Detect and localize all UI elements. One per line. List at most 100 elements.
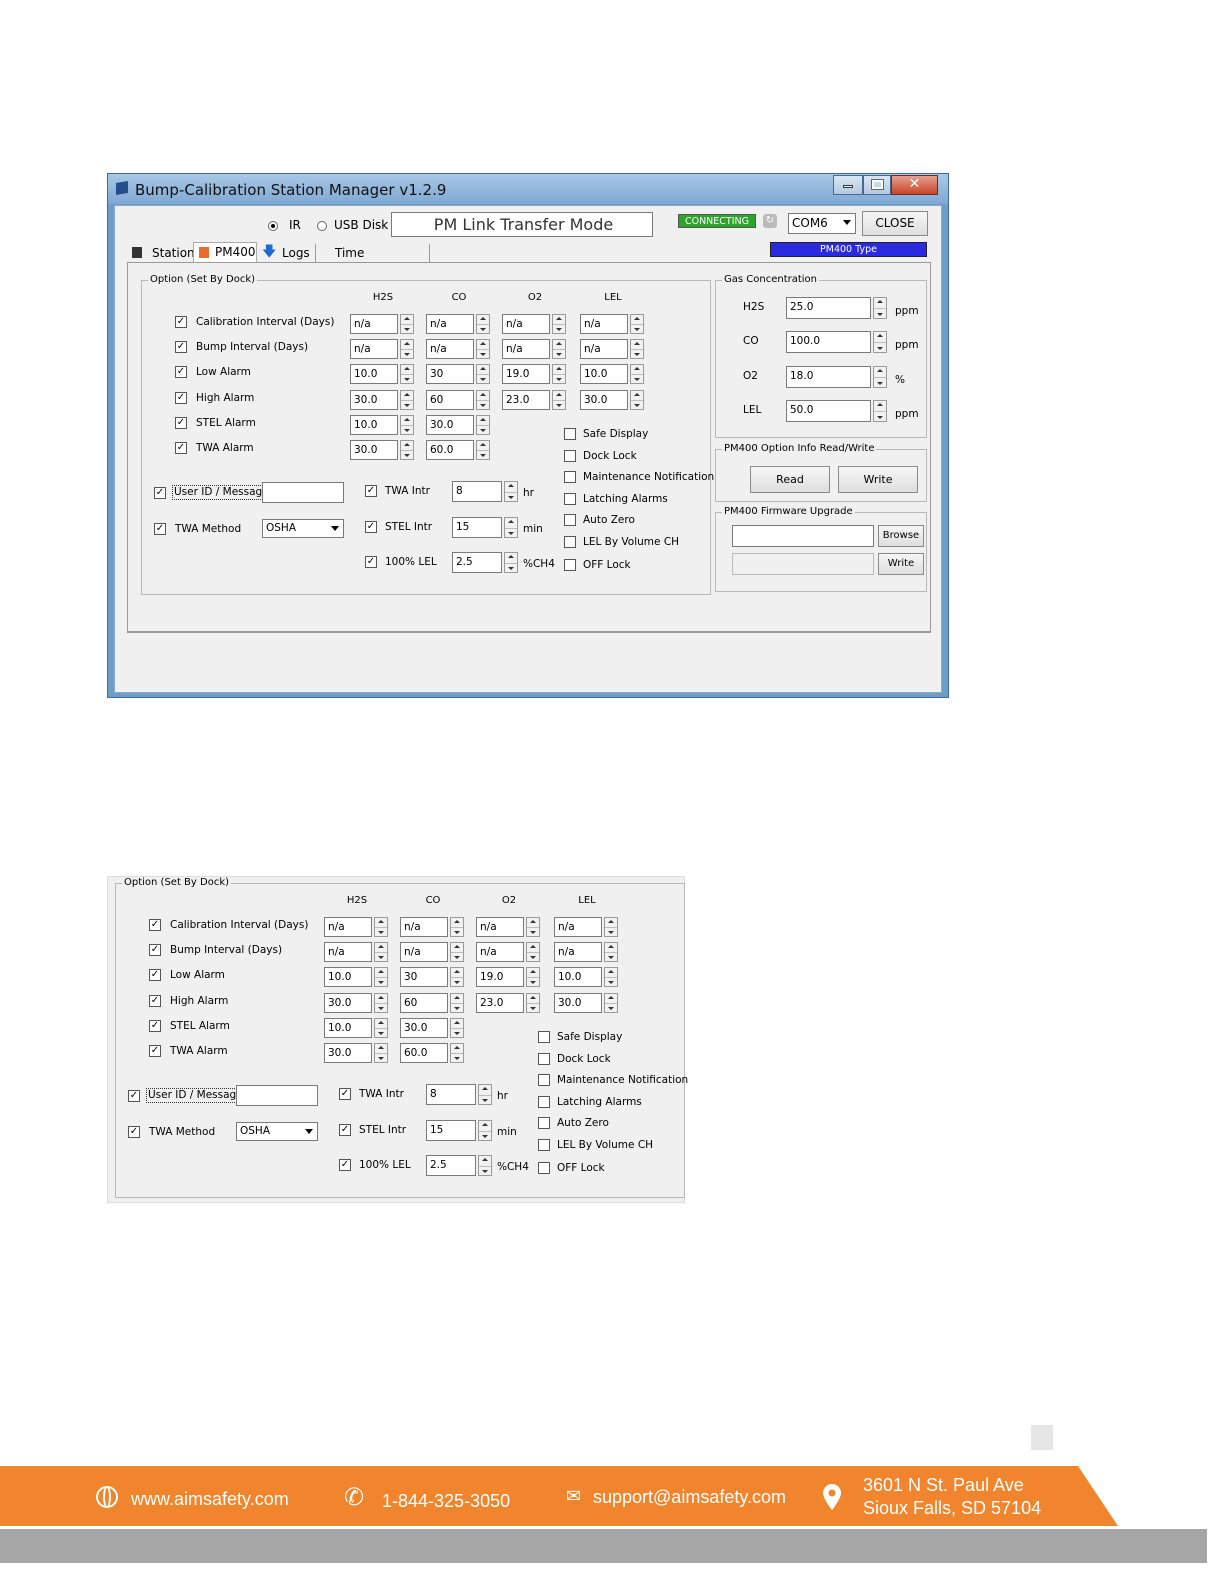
row-2-lel-input[interactable]: 10.0 [554,967,602,987]
row-1-h2s-input[interactable]: n/a [324,942,372,962]
com-port-select[interactable]: COM6 [788,213,856,234]
row-2-h2s-input-spinner[interactable] [400,364,414,384]
twa-method-checkbox[interactable] [154,523,166,535]
close-window-button[interactable]: ✕ [891,175,938,195]
flag-checkbox-2[interactable] [538,1074,550,1086]
lel100-input[interactable]: 2.5 [426,1155,476,1176]
row-3-h2s-input[interactable]: 30.0 [324,993,372,1013]
row-1-co-input[interactable]: n/a [426,339,474,359]
footer-website[interactable]: www.aimsafety.com [131,1488,289,1510]
row-checkbox-2[interactable] [175,366,187,378]
row-1-lel-input[interactable]: n/a [554,942,602,962]
user-id-input[interactable] [236,1085,318,1106]
row-2-co-input-spinner[interactable] [476,364,490,384]
minimize-button[interactable] [833,175,863,195]
flag-checkbox-1[interactable] [538,1053,550,1065]
row-3-h2s-input-spinner[interactable] [374,993,388,1013]
row-3-co-input[interactable]: 60 [426,390,474,410]
tab-time[interactable]: Time [315,244,367,262]
row-checkbox-4[interactable] [149,1020,161,1032]
row-5-h2s-input-spinner[interactable] [374,1043,388,1063]
row-4-h2s-input-spinner[interactable] [374,1018,388,1038]
row-1-h2s-input-spinner[interactable] [374,942,388,962]
row-checkbox-2[interactable] [149,969,161,981]
row-1-o2-input-spinner[interactable] [526,942,540,962]
row-0-co-input[interactable]: n/a [400,917,448,937]
row-0-o2-input-spinner[interactable] [552,314,566,334]
row-5-co-input-spinner[interactable] [450,1043,464,1063]
row-0-co-input[interactable]: n/a [426,314,474,334]
stel-intr-input-spinner[interactable] [478,1120,492,1141]
stel-intr-input-spinner[interactable] [504,517,518,538]
close-connection-button[interactable]: CLOSE [862,211,928,236]
twa-intr-input[interactable]: 8 [452,481,502,502]
maximize-button[interactable] [863,175,891,195]
row-3-co-input-spinner[interactable] [450,993,464,1013]
row-4-h2s-input[interactable]: 10.0 [324,1018,372,1038]
row-0-h2s-input[interactable]: n/a [324,917,372,937]
row-2-o2-input-spinner[interactable] [552,364,566,384]
row-checkbox-1[interactable] [175,341,187,353]
tab-pm400[interactable]: PM400 [193,242,257,262]
firmware-file-input[interactable] [732,525,874,547]
row-3-lel-input[interactable]: 30.0 [554,993,602,1013]
lel100-checkbox[interactable] [339,1159,351,1171]
row-1-o2-input[interactable]: n/a [502,339,550,359]
row-5-h2s-input[interactable]: 30.0 [324,1043,372,1063]
row-1-h2s-input-spinner[interactable] [400,339,414,359]
row-0-o2-input[interactable]: n/a [502,314,550,334]
row-2-o2-input[interactable]: 19.0 [476,967,524,987]
twa-method-select[interactable]: OSHA [236,1122,318,1141]
row-3-lel-input-spinner[interactable] [630,390,644,410]
row-0-h2s-input[interactable]: n/a [350,314,398,334]
user-id-checkbox[interactable] [128,1090,140,1102]
twa-intr-checkbox[interactable] [365,485,377,497]
twa-intr-input[interactable]: 8 [426,1084,476,1105]
row-3-co-input[interactable]: 60 [400,993,448,1013]
write-options-button[interactable]: Write [838,466,918,493]
ir-radio[interactable] [268,221,278,231]
row-checkbox-3[interactable] [175,392,187,404]
row-4-h2s-input-spinner[interactable] [400,415,414,435]
gas-input-o2[interactable]: 18.0 [786,366,871,388]
flag-checkbox-2[interactable] [564,471,576,483]
stel-intr-input[interactable]: 15 [426,1120,476,1141]
row-2-lel-input-spinner[interactable] [604,967,618,987]
row-5-h2s-input[interactable]: 30.0 [350,440,398,460]
gas-spinner-co[interactable] [873,331,887,353]
flag-checkbox-3[interactable] [538,1096,550,1108]
gas-spinner-lel[interactable] [873,400,887,422]
row-2-co-input[interactable]: 30 [426,364,474,384]
lel100-checkbox[interactable] [365,556,377,568]
twa-intr-input-spinner[interactable] [478,1084,492,1105]
row-4-co-input[interactable]: 30.0 [400,1018,448,1038]
row-1-lel-input-spinner[interactable] [604,942,618,962]
row-1-o2-input-spinner[interactable] [552,339,566,359]
flag-checkbox-0[interactable] [538,1031,550,1043]
flag-checkbox-1[interactable] [564,450,576,462]
row-1-co-input-spinner[interactable] [450,942,464,962]
row-4-co-input-spinner[interactable] [476,415,490,435]
tab-logs[interactable]: 🡇 Logs [260,244,312,262]
row-checkbox-4[interactable] [175,417,187,429]
twa-method-select[interactable]: OSHA [262,519,344,538]
lel100-input-spinner[interactable] [504,552,518,573]
row-1-lel-input[interactable]: n/a [580,339,628,359]
row-3-h2s-input[interactable]: 30.0 [350,390,398,410]
row-0-h2s-input-spinner[interactable] [400,314,414,334]
flag-checkbox-5[interactable] [564,536,576,548]
row-0-lel-input[interactable]: n/a [554,917,602,937]
row-1-h2s-input[interactable]: n/a [350,339,398,359]
row-2-co-input-spinner[interactable] [450,967,464,987]
user-id-input[interactable] [262,482,344,503]
row-4-co-input-spinner[interactable] [450,1018,464,1038]
row-3-h2s-input-spinner[interactable] [400,390,414,410]
stel-intr-input[interactable]: 15 [452,517,502,538]
stel-intr-checkbox[interactable] [365,521,377,533]
lel100-input[interactable]: 2.5 [452,552,502,573]
row-checkbox-0[interactable] [149,919,161,931]
footer-phone[interactable]: 1-844-325-3050 [382,1490,510,1512]
footer-email[interactable]: support@aimsafety.com [593,1486,786,1508]
write-firmware-button[interactable]: Write [878,553,924,575]
row-5-co-input[interactable]: 60.0 [400,1043,448,1063]
